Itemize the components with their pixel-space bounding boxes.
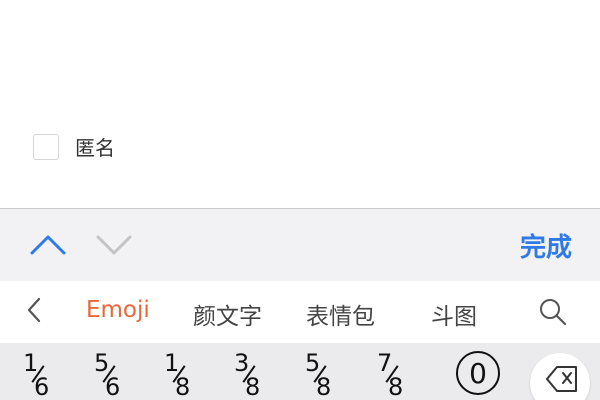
done-button[interactable]: 完成: [520, 227, 572, 264]
fraction-denominator: 6: [34, 373, 50, 400]
circled-digit-key[interactable]: 0: [448, 343, 508, 400]
fraction-numerator: 5: [305, 349, 321, 377]
fraction-numerator: 3: [234, 349, 250, 377]
anonymous-checkbox[interactable]: [33, 133, 59, 160]
tab-kaomoji[interactable]: 颜文字: [193, 297, 262, 331]
fraction-denominator: 8: [175, 373, 191, 400]
fraction-numerator: 5: [94, 349, 110, 377]
screen: 匿名 完成 Emoji 颜文字 表情包 斗图 1 6 5 6 1 8 3 8 5…: [0, 0, 600, 400]
fraction-glyph: 1 8: [163, 343, 193, 400]
tab-stickers[interactable]: 表情包: [306, 297, 375, 331]
keyboard-accessory-bar: 完成: [0, 209, 600, 281]
form-area: 匿名: [0, 0, 600, 208]
tab-doutu[interactable]: 斗图: [431, 297, 477, 331]
search-icon[interactable]: [538, 297, 568, 333]
fraction-numerator: 7: [377, 349, 393, 377]
chevron-down-icon[interactable]: [94, 225, 134, 265]
fraction-key[interactable]: 7 8: [361, 343, 421, 400]
fraction-glyph: 5 6: [93, 343, 123, 400]
fraction-glyph: 7 8: [376, 343, 406, 400]
fraction-numerator: 1: [23, 349, 39, 377]
fraction-denominator: 6: [105, 373, 121, 400]
circled-digit: 0: [456, 351, 500, 395]
fraction-denominator: 8: [388, 373, 404, 400]
fraction-key[interactable]: 3 8: [218, 343, 278, 400]
anonymous-option[interactable]: 匿名: [33, 132, 115, 161]
fraction-glyph: 1 6: [22, 343, 52, 400]
emoji-category-tabs: Emoji 颜文字 表情包 斗图: [0, 281, 600, 343]
fraction-numerator: 1: [164, 349, 180, 377]
fraction-glyph: 3 8: [233, 343, 263, 400]
tab-emoji[interactable]: Emoji: [86, 297, 150, 323]
symbol-keys-row: 1 6 5 6 1 8 3 8 5 8 7 8 0: [0, 343, 600, 400]
fraction-glyph: 5 8: [304, 343, 334, 400]
fraction-key[interactable]: 1 6: [7, 343, 67, 400]
chevron-left-icon[interactable]: [24, 295, 44, 331]
chevron-up-icon[interactable]: [28, 225, 68, 265]
backspace-icon: [546, 366, 577, 392]
delete-key[interactable]: [530, 353, 590, 400]
fraction-denominator: 8: [316, 373, 332, 400]
fraction-denominator: 8: [245, 373, 261, 400]
fraction-key[interactable]: 5 8: [289, 343, 349, 400]
fraction-key[interactable]: 1 8: [148, 343, 208, 400]
anonymous-label: 匿名: [75, 136, 115, 160]
fraction-key[interactable]: 5 6: [78, 343, 138, 400]
